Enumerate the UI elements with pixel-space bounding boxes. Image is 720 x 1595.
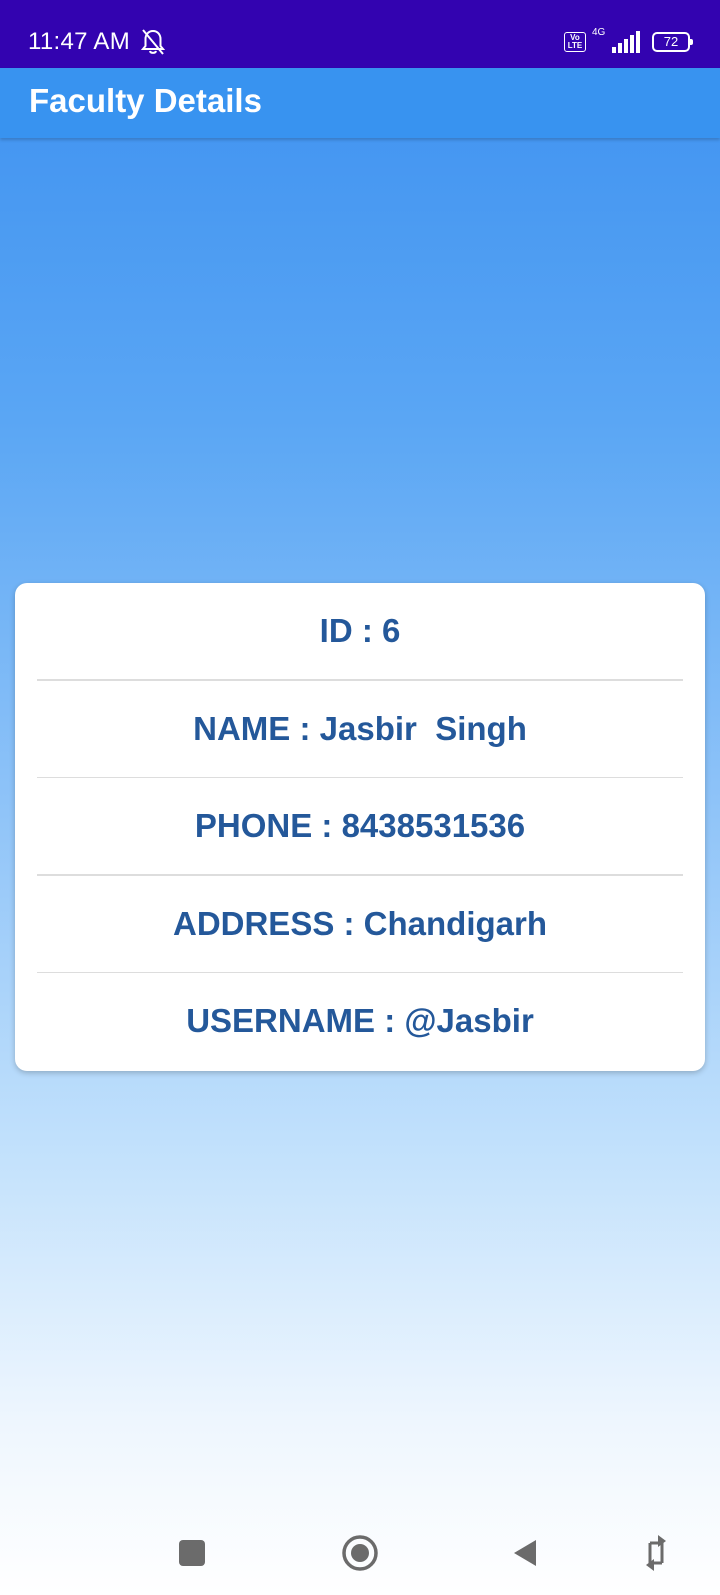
status-icons: Vo LTE 4G 72 (564, 27, 693, 54)
signal-icon: 4G (592, 27, 642, 53)
rotate-icon[interactable] (636, 1533, 676, 1573)
app-bar: Faculty Details (0, 68, 720, 138)
faculty-phone: PHONE : 8438531536 (194, 807, 526, 844)
status-bar: 11:47 AM Vo LTE 4G 72 (0, 0, 720, 68)
network-type: 4G (592, 27, 606, 38)
page-title: Faculty Details (29, 82, 262, 119)
volte-icon: Vo LTE (564, 32, 586, 52)
home-circle-icon[interactable] (340, 1533, 380, 1573)
faculty-id: ID : 6 (319, 612, 401, 649)
faculty-username: USERNAME : @Jasbir (186, 1002, 534, 1039)
recents-square-icon[interactable] (172, 1533, 212, 1573)
status-time: 11:47 AM (28, 28, 131, 55)
battery-icon: 72 (652, 32, 693, 52)
faculty-address: ADDRESS : Chandigarh (172, 904, 548, 942)
faculty-name: NAME : Jasbir Singh (193, 709, 527, 747)
bell-muted-icon (140, 29, 166, 55)
faculty-details-card: ID : 6 NAME : Jasbir Singh PHONE : 84385… (15, 583, 705, 1071)
navigation-bar (0, 1505, 720, 1595)
back-triangle-icon[interactable] (506, 1533, 546, 1573)
